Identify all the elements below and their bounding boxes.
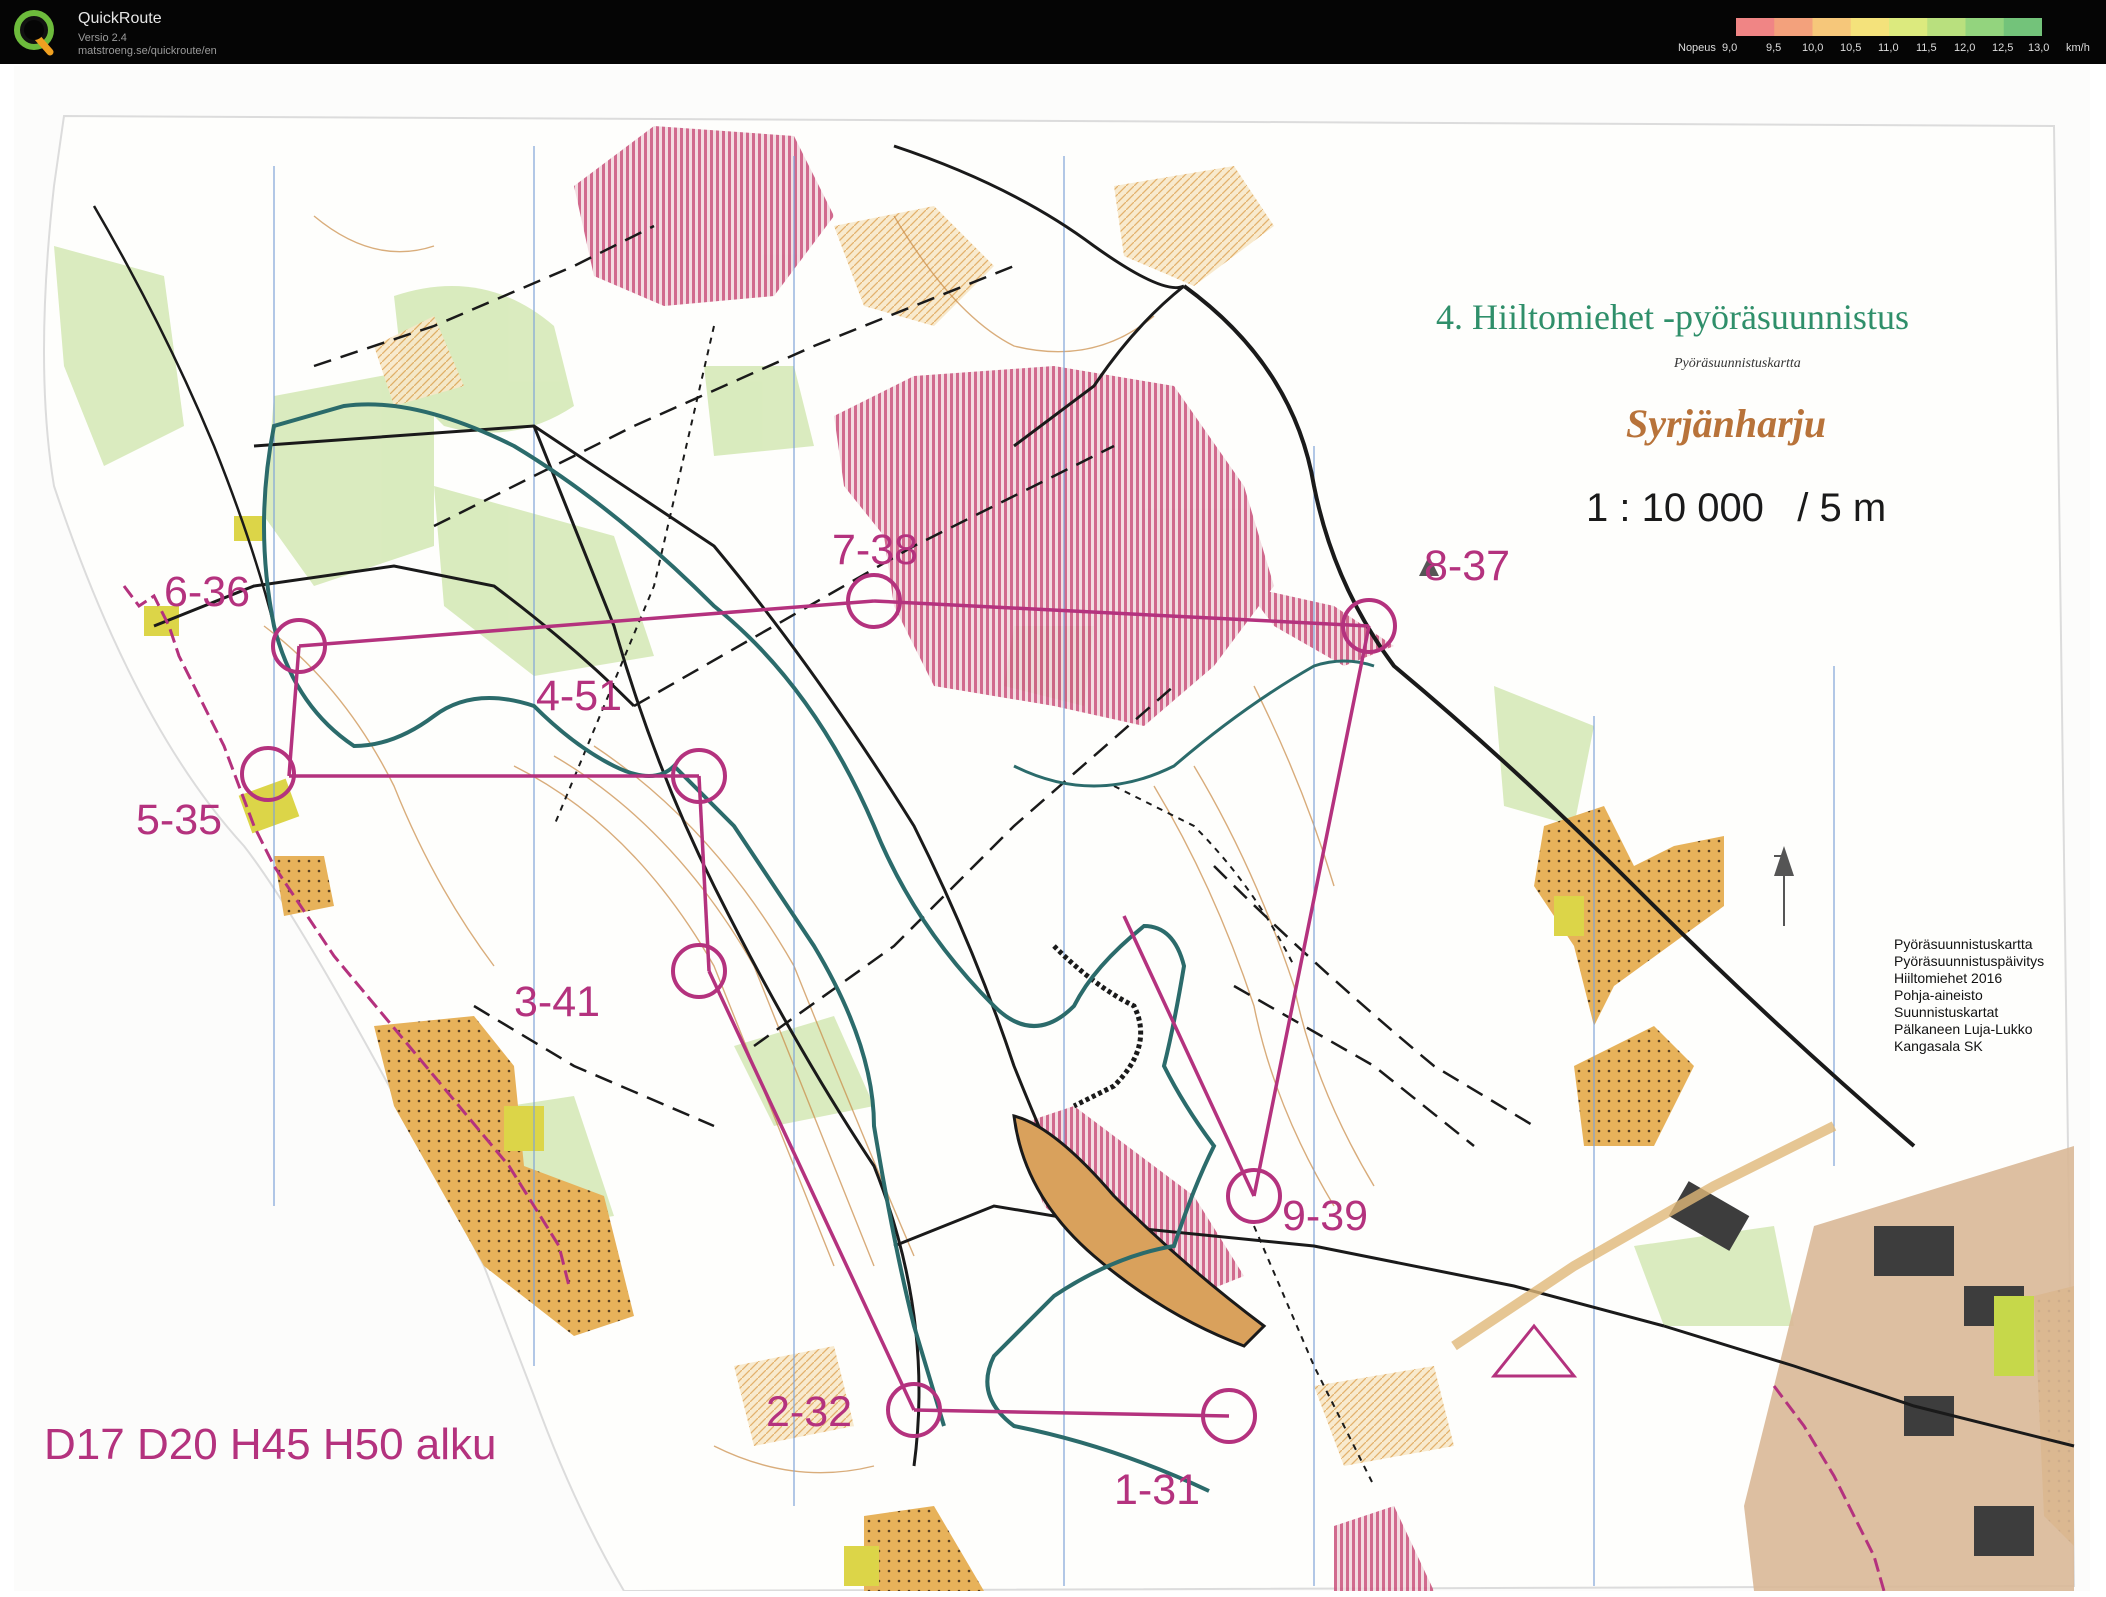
map-graphics [14, 66, 2090, 1591]
orienteering-map[interactable]: 4. Hiiltomiehet -pyöräsuunnistus Pyöräsu… [14, 66, 2090, 1591]
credit-line: Suunnistuskartat [1894, 1004, 1999, 1020]
credit-line: Pälkaneen Luja-Lukko [1894, 1021, 2033, 1037]
speed-tick: 10,0 [1802, 42, 1824, 54]
credit-line: Pyöräsuunnistuskartta [1894, 936, 2033, 952]
speed-tick: 11,5 [1916, 42, 1937, 54]
credit-line: Pohja-aineisto [1894, 987, 1983, 1003]
credit-line: Kangasala SK [1894, 1038, 1983, 1054]
map-title: 4. Hiiltomiehet -pyöräsuunnistus [1436, 297, 1909, 337]
map-scale: 1 : 10 000 / 5 m [1586, 486, 1887, 530]
control-label: 4-51 [536, 672, 623, 720]
speed-tick: 12,5 [1992, 42, 2014, 54]
map-credits: Pyöräsuunnistuskartta Pyöräsuunnistuspäi… [1894, 936, 2044, 1055]
speed-color-segment [1774, 18, 1813, 36]
speed-color-segment [1889, 18, 1928, 36]
speed-tick: 10,5 [1840, 42, 1862, 54]
app-header: QuickRoute Versio 2.4 matstroeng.se/quic… [0, 0, 2106, 64]
speed-tick: 9,5 [1766, 42, 1782, 54]
control-label: 3-41 [514, 978, 601, 1026]
speed-color-bar [1736, 18, 2042, 36]
speed-tick: 13,0 [2028, 42, 2050, 54]
app-version: Versio 2.4 [78, 32, 127, 44]
speed-color-segment [2003, 18, 2042, 36]
control-label: 2-32 [766, 1388, 853, 1436]
app-url[interactable]: matstroeng.se/quickroute/en [78, 45, 217, 57]
speed-tick: 12,0 [1954, 42, 1976, 54]
control-label: 6-36 [164, 568, 251, 616]
speed-tick: km/h [2066, 42, 2090, 54]
speed-tick: 9,0 [1722, 42, 1738, 54]
speed-color-segment [1965, 18, 2005, 36]
speed-color-segment [1927, 18, 1966, 36]
control-label: 8-37 [1424, 542, 1511, 590]
speed-color-segment [1812, 18, 1852, 36]
speed-label: Nopeus [1678, 42, 1716, 54]
control-label: 1-31 [1114, 1466, 1201, 1514]
map-area-name: Syrjänharju [1626, 401, 1827, 446]
credit-line: Pyöräsuunnistuspäivitys [1894, 953, 2045, 969]
control-label: 5-35 [136, 796, 223, 844]
map-subtitle: Pyöräsuunnistuskartta [1674, 356, 1801, 371]
speed-color-segment [1736, 18, 1775, 36]
control-label: 9-39 [1282, 1192, 1369, 1240]
control-label: 7-38 [832, 526, 919, 574]
class-label: D17 D20 H45 H50 alku [44, 1420, 497, 1469]
speed-tick: 11,0 [1878, 42, 1899, 54]
speed-color-segment [1850, 18, 1890, 36]
credit-line: Hiiltomiehet 2016 [1894, 970, 2003, 986]
app-title: QuickRoute [78, 10, 162, 27]
quickroute-logo-icon [14, 10, 54, 56]
speed-legend: Nopeus 9,0 9,5 10,0 10,5 11,0 11,5 12,0 … [1670, 16, 2100, 56]
